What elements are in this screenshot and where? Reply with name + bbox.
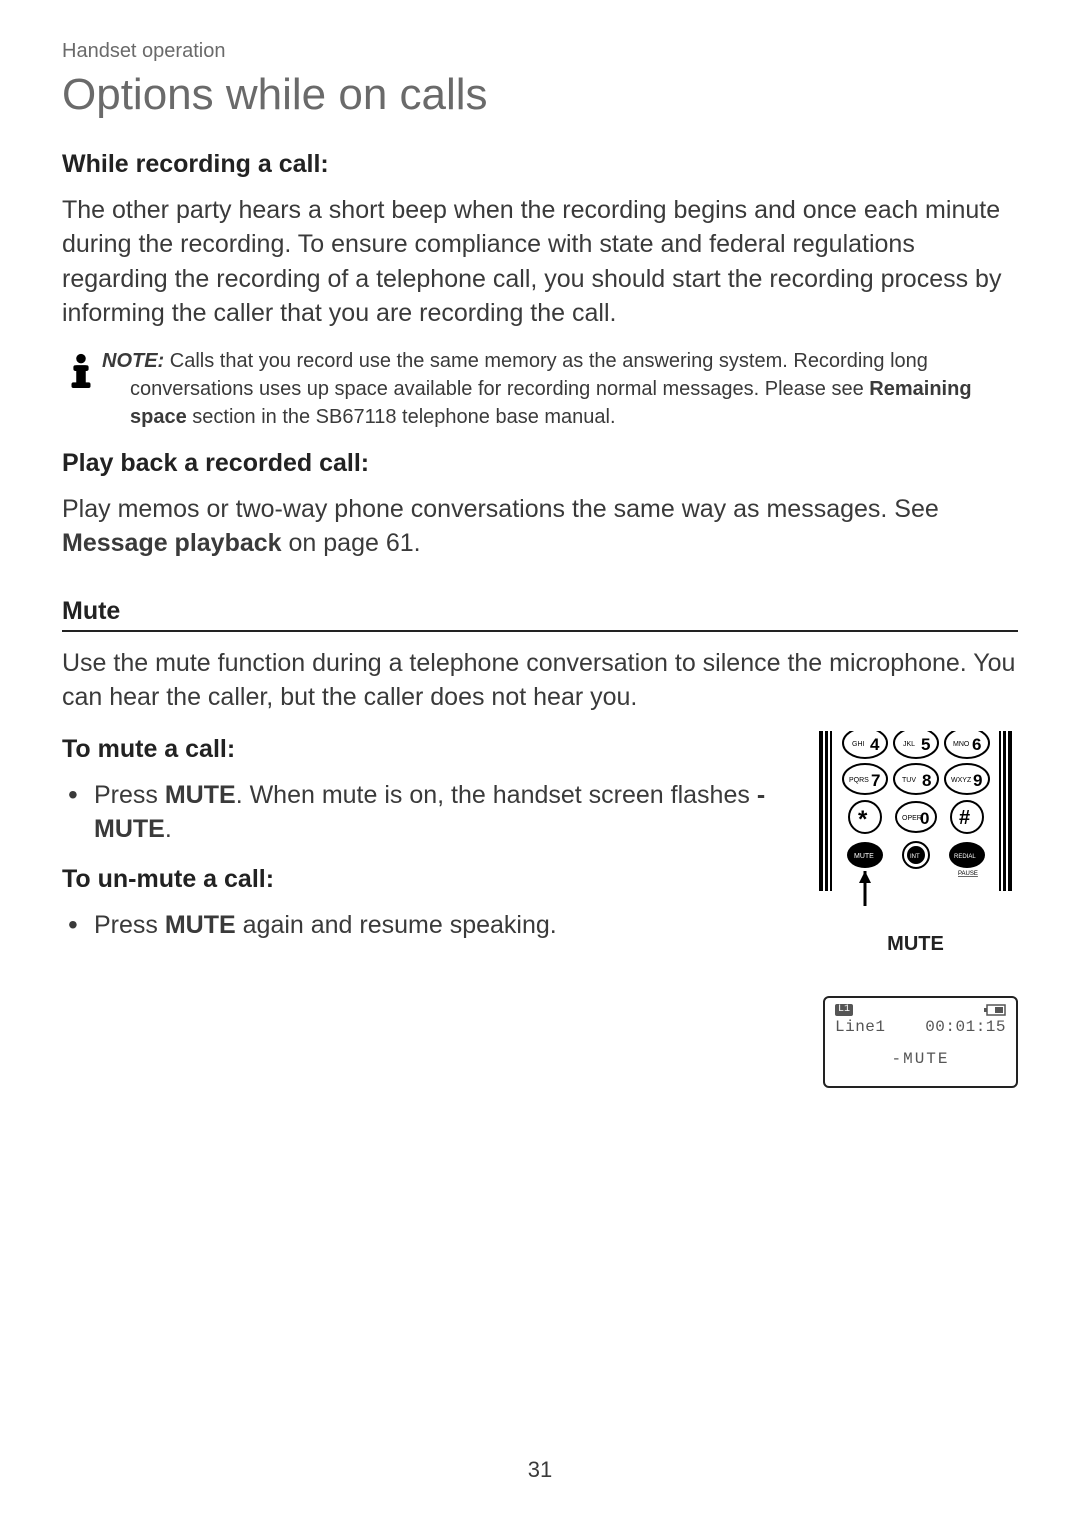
heading-mute: Mute — [62, 597, 1018, 632]
svg-text:8: 8 — [922, 771, 931, 790]
svg-text:*: * — [858, 806, 868, 833]
svg-text:WXYZ: WXYZ — [951, 777, 972, 784]
svg-text:0: 0 — [920, 809, 929, 828]
page-title: Options while on calls — [62, 69, 1018, 122]
svg-text:TUV: TUV — [902, 777, 916, 784]
svg-text:PQRS: PQRS — [849, 777, 869, 784]
svg-text:MUTE: MUTE — [854, 853, 874, 860]
svg-text:REDIAL: REDIAL — [954, 854, 976, 860]
lcd-line-label: Line1 — [835, 1018, 886, 1036]
svg-text:#: # — [959, 807, 970, 829]
playback-bold: Message playback — [62, 529, 282, 557]
list-item: Press MUTE. When mute is on, the handset… — [62, 778, 793, 847]
li1-c: . When mute is on, the handset screen fl… — [236, 781, 757, 809]
svg-text:GHI: GHI — [852, 741, 865, 748]
svg-text:9: 9 — [973, 771, 982, 790]
li1-e: . — [165, 815, 172, 843]
info-icon — [62, 351, 100, 389]
paragraph-playback: Play memos or two-way phone conversation… — [62, 492, 1018, 561]
svg-text:7: 7 — [871, 771, 880, 790]
keypad-diagram: GHI 4 JKL 5 MNO 6 PQRS 7 — [818, 731, 1013, 931]
paragraph-recording: The other party hears a short beep when … — [62, 193, 1018, 331]
heading-recording: While recording a call: — [62, 150, 1018, 179]
svg-text:JKL: JKL — [903, 741, 915, 748]
heading-to-unmute: To un-mute a call: — [62, 865, 793, 894]
svg-text:6: 6 — [972, 735, 981, 754]
note-block: NOTE: Calls that you record use the same… — [62, 347, 1018, 431]
li1-b: MUTE — [165, 781, 236, 809]
keypad-mute-label: MUTE — [887, 933, 944, 956]
battery-icon — [984, 1004, 1006, 1016]
note-t1: Calls that you record use the same memor… — [130, 350, 928, 400]
playback-t2: on page 61. — [282, 529, 421, 557]
note-t2: section in the SB67118 telephone base ma… — [187, 406, 616, 428]
li2-b: MUTE — [165, 911, 236, 939]
lcd-timer: 00:01:15 — [925, 1018, 1006, 1036]
svg-text:4: 4 — [870, 735, 880, 754]
lcd-screen: L1 Line1 00:01:15 -MUTE — [823, 996, 1018, 1088]
lcd-status: -MUTE — [835, 1050, 1006, 1068]
list-item: Press MUTE again and resume speaking. — [62, 908, 793, 943]
page-number: 31 — [0, 1457, 1080, 1483]
svg-text:PAUSE: PAUSE — [958, 871, 978, 877]
paragraph-mute-intro: Use the mute function during a telephone… — [62, 646, 1018, 715]
playback-t1: Play memos or two-way phone conversation… — [62, 495, 939, 523]
lcd-line-icon: L1 — [835, 1004, 853, 1016]
li1-a: Press — [94, 781, 165, 809]
breadcrumb: Handset operation — [62, 40, 1018, 63]
heading-to-mute: To mute a call: — [62, 735, 793, 764]
svg-text:MNO: MNO — [953, 741, 970, 748]
svg-text:5: 5 — [921, 735, 930, 754]
heading-playback: Play back a recorded call: — [62, 449, 1018, 478]
li2-c: again and resume speaking. — [236, 911, 557, 939]
svg-text:INT: INT — [910, 854, 920, 860]
note-label: NOTE: — [102, 350, 164, 372]
li2-a: Press — [94, 911, 165, 939]
svg-text:OPER: OPER — [902, 815, 922, 822]
note-text: NOTE: Calls that you record use the same… — [102, 347, 1018, 431]
